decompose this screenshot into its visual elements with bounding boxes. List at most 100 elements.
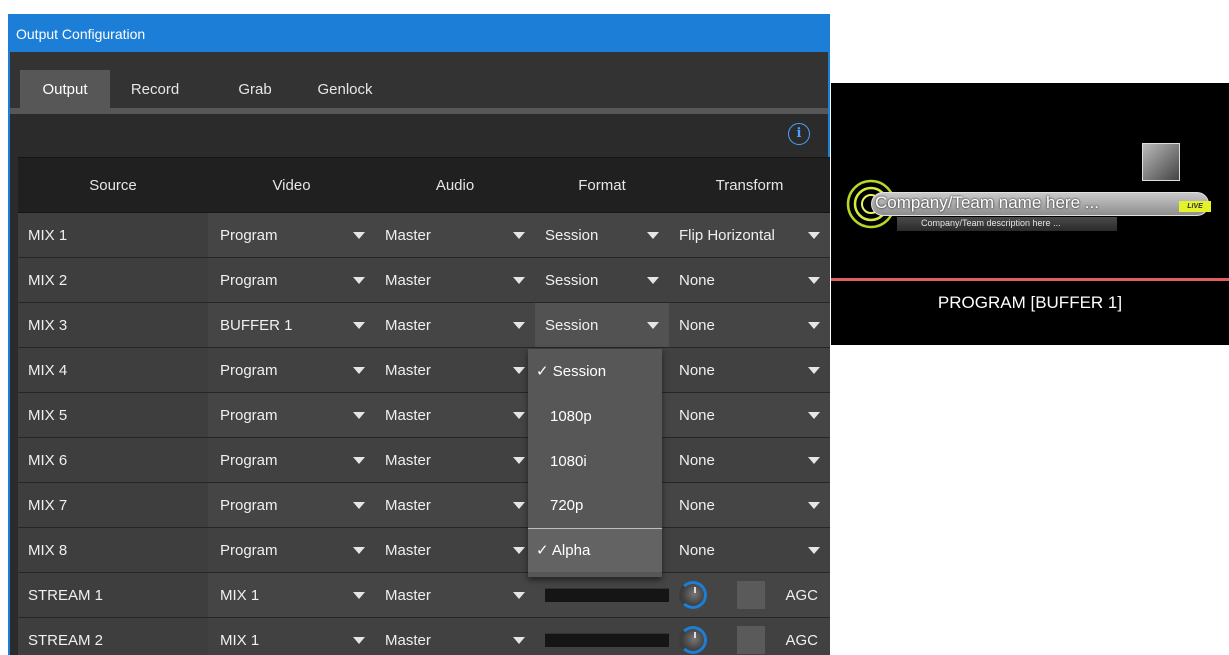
transform-value: None	[679, 271, 715, 289]
lower-third-description: Company/Team description here ...	[921, 218, 1061, 228]
audio-value: Master	[385, 586, 431, 604]
format-option-1080i[interactable]: 1080i	[528, 439, 662, 484]
table-body: MIX 1 Program Master Session Flip Horizo…	[18, 213, 830, 655]
source-cell: MIX 2	[18, 258, 208, 302]
chevron-down-icon	[647, 277, 659, 284]
monitor-label: PROGRAM [BUFFER 1]	[937, 293, 1123, 312]
tally-line	[831, 278, 1229, 281]
program-monitor: Company/Team name here ... LIVE Company/…	[831, 83, 1229, 345]
audio-level-meter	[545, 588, 669, 602]
audio-select[interactable]: Master	[375, 348, 535, 392]
tab-grab[interactable]: Grab	[220, 70, 290, 110]
tab-record[interactable]: Record	[110, 70, 200, 110]
lower-third-photo	[1142, 143, 1180, 181]
lower-third-name: Company/Team name here ...	[875, 193, 1099, 212]
gain-cell: AGC	[669, 573, 830, 617]
source-cell: MIX 6	[18, 438, 208, 482]
transform-select[interactable]: None	[669, 528, 830, 572]
gain-knob[interactable]	[679, 626, 707, 654]
header-transform: Transform	[715, 176, 784, 194]
chevron-down-icon	[647, 232, 659, 239]
audio-value: Master	[385, 316, 431, 334]
chevron-down-icon	[513, 637, 525, 644]
transform-select[interactable]: Flip Horizontal	[669, 213, 830, 257]
audio-select[interactable]: Master	[375, 573, 535, 617]
format-value: Session	[545, 271, 599, 289]
chevron-down-icon	[808, 367, 820, 374]
video-select[interactable]: Program	[208, 483, 375, 527]
agc-checkbox[interactable]	[737, 581, 765, 609]
program-video: Company/Team name here ... LIVE Company/…	[831, 83, 1229, 278]
audio-select[interactable]: Master	[375, 483, 535, 527]
audio-value: Master	[385, 226, 431, 244]
audio-select[interactable]: Master	[375, 258, 535, 302]
format-option-720p[interactable]: 720p	[528, 484, 662, 528]
video-value: BUFFER 1	[220, 316, 293, 334]
tab-genlock[interactable]: Genlock	[300, 70, 390, 110]
gain-knob[interactable]	[679, 581, 707, 609]
source-cell: MIX 7	[18, 483, 208, 527]
format-option-1080p[interactable]: 1080p	[528, 394, 662, 439]
info-icon[interactable]: i	[788, 123, 810, 145]
format-option-alpha[interactable]: ✓ Alpha	[528, 529, 662, 572]
audio-value: Master	[385, 451, 431, 469]
video-select[interactable]: MIX 1	[208, 573, 375, 617]
video-value: Program	[220, 361, 278, 379]
audio-select[interactable]: Master	[375, 303, 535, 347]
toolbar-row: i	[10, 114, 828, 152]
format-value: Session	[545, 226, 599, 244]
chevron-down-icon	[808, 502, 820, 509]
source-cell: MIX 1	[18, 213, 208, 257]
table-row: MIX 2 Program Master Session None	[18, 258, 830, 303]
chevron-down-icon	[513, 412, 525, 419]
tab-output[interactable]: Output	[20, 70, 110, 110]
audio-value: Master	[385, 631, 431, 649]
audio-select[interactable]: Master	[375, 618, 535, 655]
chevron-down-icon	[513, 502, 525, 509]
transform-value: None	[679, 406, 715, 424]
format-select[interactable]: Session	[535, 213, 669, 257]
chevron-down-icon	[808, 277, 820, 284]
video-select[interactable]: Program	[208, 528, 375, 572]
format-value: Session	[545, 316, 599, 334]
agc-checkbox[interactable]	[737, 626, 765, 654]
chevron-down-icon	[353, 457, 365, 464]
option-label: 1080p	[550, 408, 592, 425]
transform-select[interactable]: None	[669, 438, 830, 482]
audio-select[interactable]: Master	[375, 393, 535, 437]
transform-select[interactable]: None	[669, 303, 830, 347]
check-icon: ✓	[536, 363, 549, 380]
chevron-down-icon	[353, 277, 365, 284]
video-select[interactable]: Program	[208, 393, 375, 437]
audio-value: Master	[385, 406, 431, 424]
audio-value: Master	[385, 361, 431, 379]
format-select[interactable]: Session	[535, 303, 669, 347]
format-select[interactable]: Session	[535, 258, 669, 302]
audio-select[interactable]: Master	[375, 213, 535, 257]
audio-select[interactable]: Master	[375, 438, 535, 482]
audio-meter-cell	[535, 573, 669, 617]
transform-select[interactable]: None	[669, 483, 830, 527]
format-option-session[interactable]: ✓ Session	[528, 349, 662, 394]
option-label: Alpha	[551, 542, 591, 559]
transform-value: None	[679, 361, 715, 379]
video-select[interactable]: Program	[208, 258, 375, 302]
video-select[interactable]: Program	[208, 438, 375, 482]
audio-select[interactable]: Master	[375, 528, 535, 572]
video-select[interactable]: Program	[208, 348, 375, 392]
video-select[interactable]: MIX 1	[208, 618, 375, 655]
transform-select[interactable]: None	[669, 348, 830, 392]
video-value: Program	[220, 406, 278, 424]
video-select[interactable]: Program	[208, 213, 375, 257]
transform-select[interactable]: None	[669, 393, 830, 437]
video-select[interactable]: BUFFER 1	[208, 303, 375, 347]
table-row: MIX 4 Program Master None	[18, 348, 830, 393]
video-value: MIX 1	[220, 586, 260, 604]
source-cell: STREAM 2	[18, 618, 208, 655]
transform-select[interactable]: None	[669, 258, 830, 302]
chevron-down-icon	[808, 457, 820, 464]
video-value: Program	[220, 541, 278, 559]
dialog-titlebar[interactable]: Output Configuration	[10, 16, 828, 52]
chevron-down-icon	[353, 637, 365, 644]
header-video: Video	[272, 176, 311, 194]
